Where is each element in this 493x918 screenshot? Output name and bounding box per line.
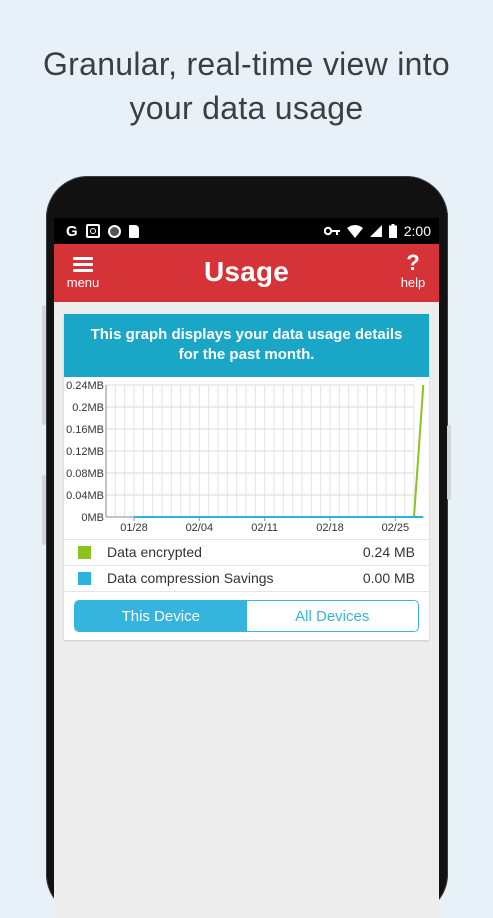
signal-icon (369, 225, 382, 237)
all-devices-tab[interactable]: All Devices (246, 601, 418, 631)
legend-value: 0.00 MB (362, 570, 415, 586)
page-title: Usage (203, 256, 290, 287)
status-bar: G 2:00 (54, 218, 439, 244)
usage-line-chart: 0.24MB 0.2MB 0.16MB 0.12MB 0.08MB 0.04MB 0MB 01… (66, 380, 425, 534)
legend-swatch-compression (78, 571, 91, 585)
banner-line-2: for the past month. (178, 346, 315, 363)
phone-side-button (447, 425, 451, 500)
battery-icon (388, 224, 397, 238)
y-tick-label: 0MB (81, 512, 104, 524)
x-tick-label: 01/28 (120, 522, 148, 534)
headline: Granular, real-time view into your data … (0, 42, 493, 130)
y-tick-label: 0.2MB (72, 402, 104, 414)
y-tick-label: 0.04MB (66, 490, 104, 502)
x-tick-label: 02/18 (316, 522, 344, 534)
x-tick-label: 02/04 (186, 522, 214, 534)
vpn-key-icon (323, 226, 340, 236)
divider (64, 591, 429, 592)
app-bar: menu Usage ? help (54, 244, 439, 302)
google-icon: G (66, 222, 78, 240)
y-tick-label: 0.24MB (66, 380, 104, 392)
phone-side-button (42, 305, 46, 425)
record-icon (107, 224, 121, 238)
info-banner: This graph displays your data usage deta… (64, 314, 429, 377)
wifi-icon (346, 224, 363, 238)
this-device-tab[interactable]: This Device (75, 601, 247, 631)
phone-screen: G 2:00 menu Usage ? help This graph disp… (54, 218, 439, 918)
sd-card-icon (128, 224, 139, 238)
usage-card: This graph displays your data usage deta… (64, 314, 429, 640)
headline-line-2: your data usage (129, 90, 364, 126)
status-time: 2:00 (403, 223, 431, 239)
y-tick-label: 0.16MB (66, 424, 104, 436)
legend-swatch-encrypted (78, 545, 91, 559)
help-icon: ? (406, 250, 420, 275)
x-tick-label: 02/11 (251, 522, 278, 534)
legend-value: 0.24 MB (362, 544, 415, 560)
y-tick-label: 0.12MB (66, 446, 104, 458)
legend-item-compression: Data compression Savings 0.00 MB (78, 565, 415, 591)
target-icon (85, 224, 100, 238)
headline-line-1: Granular, real-time view into (42, 46, 451, 82)
phone-side-button (42, 475, 46, 545)
banner-line-1: This graph displays your data usage deta… (90, 326, 403, 343)
help-button[interactable]: ? help (397, 250, 429, 291)
y-tick-label: 0.08MB (66, 468, 104, 480)
device-toggle: This Device All Devices (74, 600, 419, 632)
legend-label: Data compression Savings (107, 570, 274, 586)
help-label: help (400, 275, 426, 290)
legend-item-encrypted: Data encrypted 0.24 MB (78, 539, 415, 565)
legend-label: Data encrypted (107, 544, 202, 560)
x-tick-label: 02/25 (382, 522, 410, 534)
